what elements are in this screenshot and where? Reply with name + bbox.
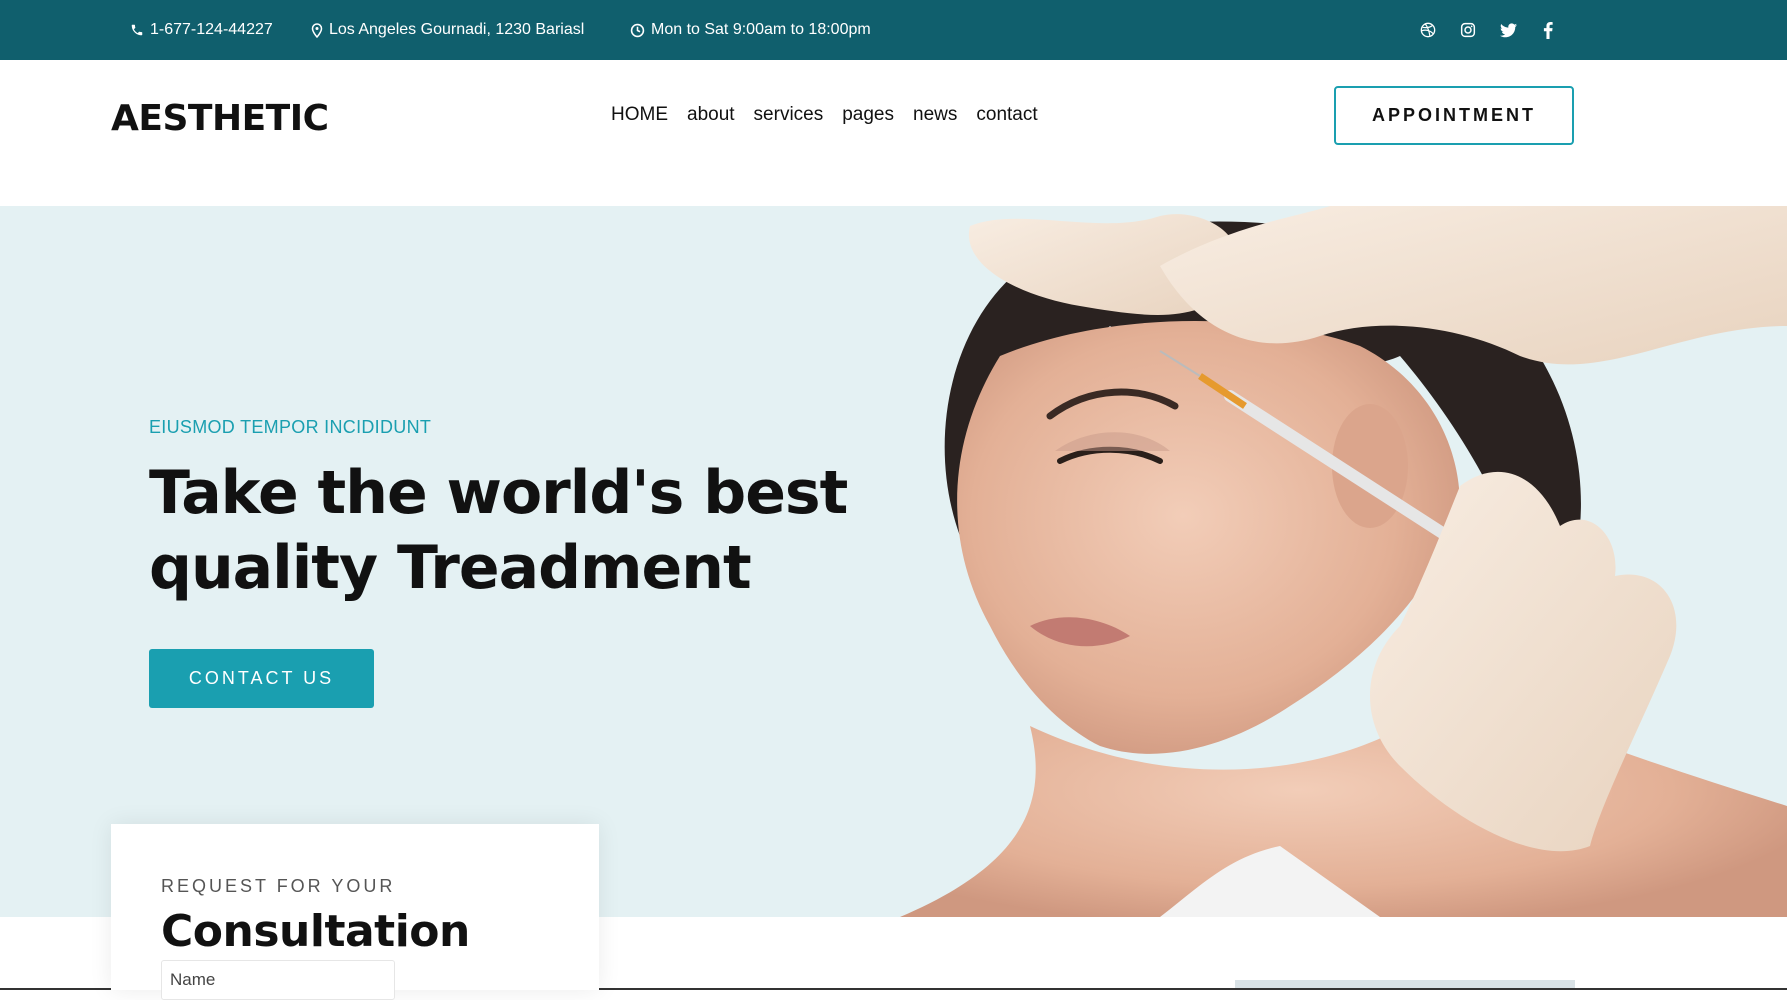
appointment-button[interactable]: APPOINTMENT bbox=[1334, 86, 1574, 145]
contact-us-button[interactable]: CONTACT US bbox=[149, 649, 374, 708]
nav-news[interactable]: news bbox=[913, 104, 957, 126]
consultation-label: REQUEST FOR YOUR bbox=[161, 876, 396, 896]
dribbble-icon[interactable] bbox=[1418, 20, 1438, 40]
map-pin-icon bbox=[311, 22, 323, 38]
twitter-icon[interactable] bbox=[1498, 20, 1518, 40]
phone-info: 1-677-124-44227 bbox=[130, 0, 273, 60]
nav-pages[interactable]: pages bbox=[842, 104, 894, 126]
nav-about[interactable]: about bbox=[687, 104, 735, 126]
name-input[interactable] bbox=[161, 960, 395, 1000]
hero-image bbox=[900, 206, 1787, 917]
consultation-title: Consultation bbox=[161, 906, 470, 957]
nav-home[interactable]: HOME bbox=[611, 104, 668, 126]
main-nav: HOME about services pages news contact bbox=[611, 104, 1057, 126]
headline-line-1: Take the world's best bbox=[149, 458, 848, 528]
top-info-bar: 1-677-124-44227 Los Angeles Gournadi, 12… bbox=[0, 0, 1787, 60]
hero-eyebrow: EIUSMOD TEMPOR INCIDIDUNT bbox=[149, 417, 432, 437]
instagram-icon[interactable] bbox=[1458, 20, 1478, 40]
hours-text: Mon to Sat 9:00am to 18:00pm bbox=[651, 21, 871, 38]
hero-headline: Take the world's best quality Treadment bbox=[149, 456, 869, 606]
site-logo[interactable]: AESTHETIC bbox=[111, 98, 329, 139]
address-info: Los Angeles Gournadi, 1230 Bariasl bbox=[311, 0, 584, 60]
facebook-icon[interactable] bbox=[1538, 20, 1558, 40]
nav-services[interactable]: services bbox=[754, 104, 824, 126]
phone-number: 1-677-124-44227 bbox=[150, 21, 273, 38]
hero-section: EIUSMOD TEMPOR INCIDIDUNT Take the world… bbox=[0, 206, 1787, 917]
consultation-card: REQUEST FOR YOUR Consultation bbox=[111, 824, 599, 1000]
site-header: AESTHETIC HOME about services pages news… bbox=[0, 60, 1787, 206]
clock-icon bbox=[630, 23, 645, 37]
hours-info: Mon to Sat 9:00am to 18:00pm bbox=[630, 0, 871, 60]
social-links bbox=[1398, 0, 1558, 60]
headline-line-2: quality Treadment bbox=[149, 533, 752, 603]
nav-contact[interactable]: contact bbox=[976, 104, 1037, 126]
phone-icon bbox=[131, 24, 143, 36]
address-text: Los Angeles Gournadi, 1230 Bariasl bbox=[329, 21, 585, 38]
